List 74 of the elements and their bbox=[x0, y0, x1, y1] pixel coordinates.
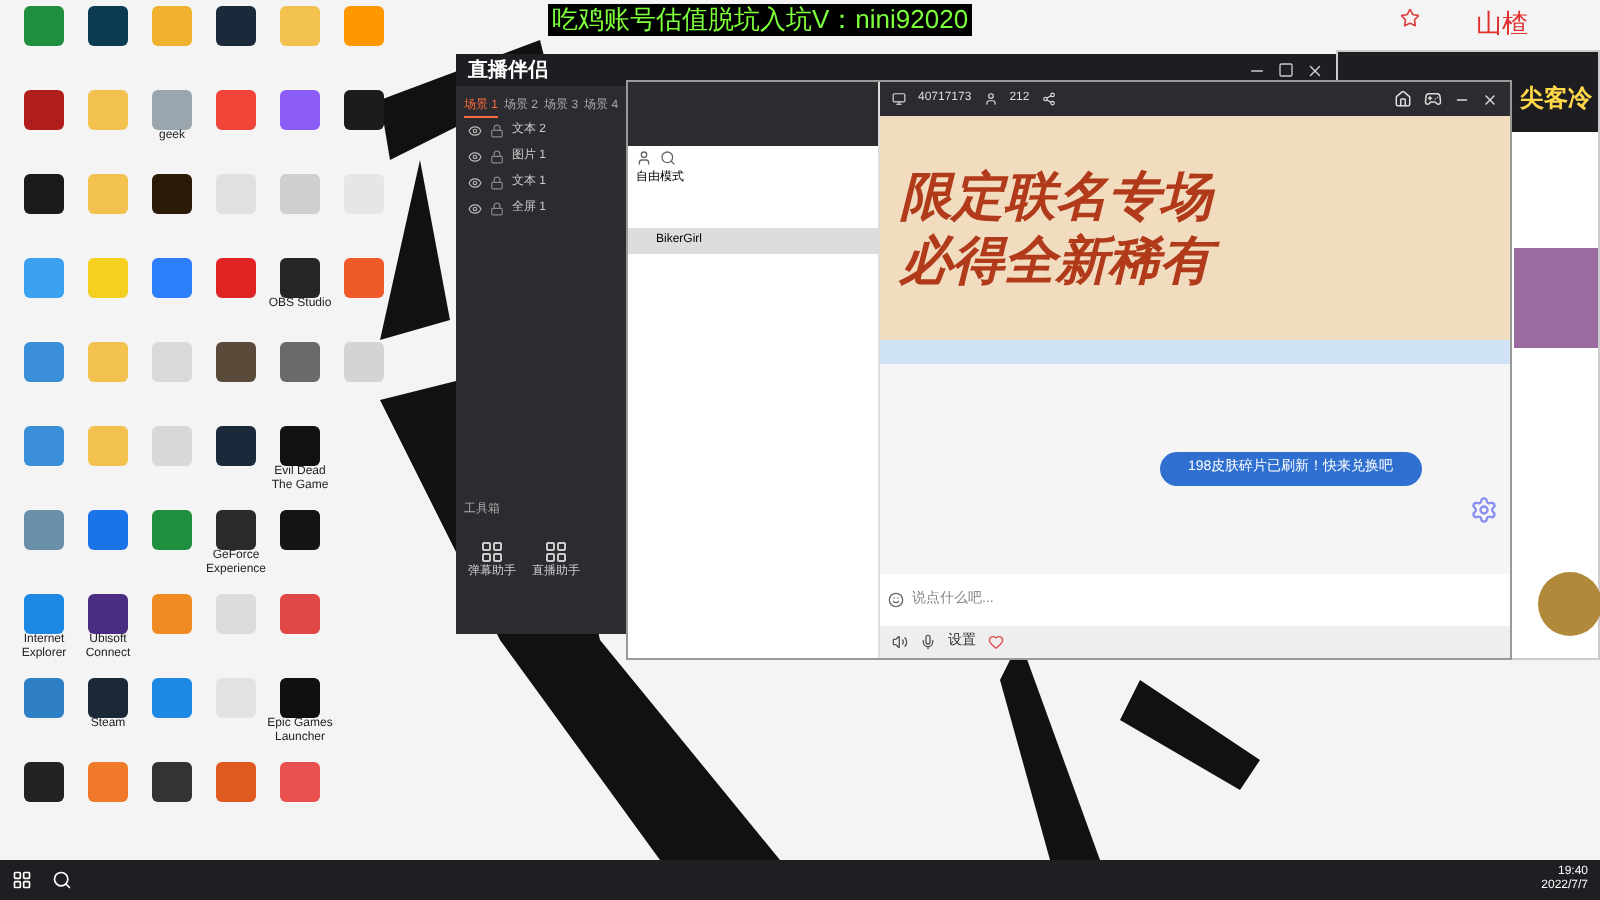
logo-text: 尖客冷 bbox=[1520, 84, 1592, 112]
ad-banner-text: 吃鸡账号估值脱坑入坑V：nini92020 bbox=[548, 4, 973, 36]
eye-icon[interactable] bbox=[468, 176, 482, 190]
speaker-icon[interactable] bbox=[892, 634, 908, 650]
user-icon bbox=[983, 92, 998, 106]
app-icon[interactable] bbox=[216, 90, 256, 130]
close-icon[interactable] bbox=[1482, 91, 1498, 107]
start-icon[interactable] bbox=[12, 870, 32, 890]
app-icon[interactable] bbox=[216, 342, 256, 382]
app-icon[interactable] bbox=[88, 594, 128, 634]
app-icon[interactable] bbox=[280, 426, 320, 466]
app-icon[interactable] bbox=[280, 678, 320, 718]
app-icon[interactable] bbox=[152, 510, 192, 550]
eye-icon[interactable] bbox=[468, 202, 482, 216]
home-icon[interactable] bbox=[1394, 90, 1412, 108]
app-icon[interactable] bbox=[88, 678, 128, 718]
app-icon[interactable] bbox=[152, 678, 192, 718]
share-icon[interactable] bbox=[1041, 92, 1056, 106]
maximize-icon[interactable] bbox=[1278, 62, 1294, 78]
settings-icon[interactable] bbox=[1470, 496, 1498, 524]
badge-icon bbox=[1538, 572, 1600, 636]
app-icon[interactable] bbox=[24, 510, 64, 550]
app-icon[interactable] bbox=[280, 594, 320, 634]
app-icon[interactable] bbox=[152, 174, 192, 214]
app-icon[interactable] bbox=[216, 6, 256, 46]
app-icon[interactable] bbox=[280, 762, 320, 802]
heart-icon[interactable] bbox=[988, 634, 1004, 650]
banner-text: 必得全新稀有 bbox=[900, 228, 1510, 292]
app-title: 直播伴侣 bbox=[468, 57, 548, 85]
grid-icon bbox=[544, 540, 568, 564]
app-icon[interactable] bbox=[216, 258, 256, 298]
app-icon[interactable] bbox=[88, 762, 128, 802]
user-icon[interactable] bbox=[636, 150, 652, 166]
corner-name: 山楂 bbox=[1476, 6, 1528, 42]
app-icon[interactable] bbox=[344, 90, 384, 130]
app-icon[interactable] bbox=[216, 426, 256, 466]
app-icon[interactable] bbox=[344, 258, 384, 298]
grid-icon bbox=[480, 540, 504, 564]
app-icon[interactable] bbox=[216, 510, 256, 550]
app-icon[interactable] bbox=[280, 342, 320, 382]
app-icon[interactable] bbox=[24, 678, 64, 718]
app-icon[interactable] bbox=[24, 342, 64, 382]
app-icon[interactable] bbox=[216, 762, 256, 802]
gamepad-icon[interactable] bbox=[1424, 90, 1442, 108]
photo-placeholder bbox=[1514, 248, 1598, 348]
eye-icon[interactable] bbox=[468, 150, 482, 164]
emoji-icon[interactable] bbox=[888, 592, 904, 608]
app-icon[interactable] bbox=[24, 762, 64, 802]
monitor-icon bbox=[892, 92, 906, 106]
lock-icon[interactable] bbox=[490, 124, 504, 138]
eye-icon[interactable] bbox=[468, 124, 482, 138]
lock-icon[interactable] bbox=[490, 202, 504, 216]
app-icon[interactable] bbox=[152, 762, 192, 802]
app-icon[interactable] bbox=[152, 594, 192, 634]
app-icon[interactable] bbox=[24, 426, 64, 466]
app-icon[interactable] bbox=[88, 6, 128, 46]
close-icon[interactable] bbox=[1306, 61, 1324, 79]
banner-text: 限定联名专场 bbox=[900, 164, 1217, 228]
app-icon[interactable] bbox=[24, 258, 64, 298]
app-icon[interactable] bbox=[24, 594, 64, 634]
lock-icon[interactable] bbox=[490, 176, 504, 190]
app-icon[interactable] bbox=[280, 90, 320, 130]
app-icon[interactable] bbox=[24, 174, 64, 214]
app-icon[interactable] bbox=[24, 90, 64, 130]
app-icon[interactable] bbox=[152, 258, 192, 298]
app-icon[interactable] bbox=[280, 510, 320, 550]
app-icon[interactable] bbox=[280, 258, 320, 298]
brush-stroke bbox=[1120, 680, 1260, 790]
app-icon[interactable] bbox=[152, 90, 192, 130]
star-icon bbox=[1400, 8, 1420, 28]
app-icon[interactable] bbox=[24, 6, 64, 46]
mic-icon[interactable] bbox=[920, 634, 936, 650]
lock-icon[interactable] bbox=[490, 150, 504, 164]
app-icon[interactable] bbox=[88, 510, 128, 550]
